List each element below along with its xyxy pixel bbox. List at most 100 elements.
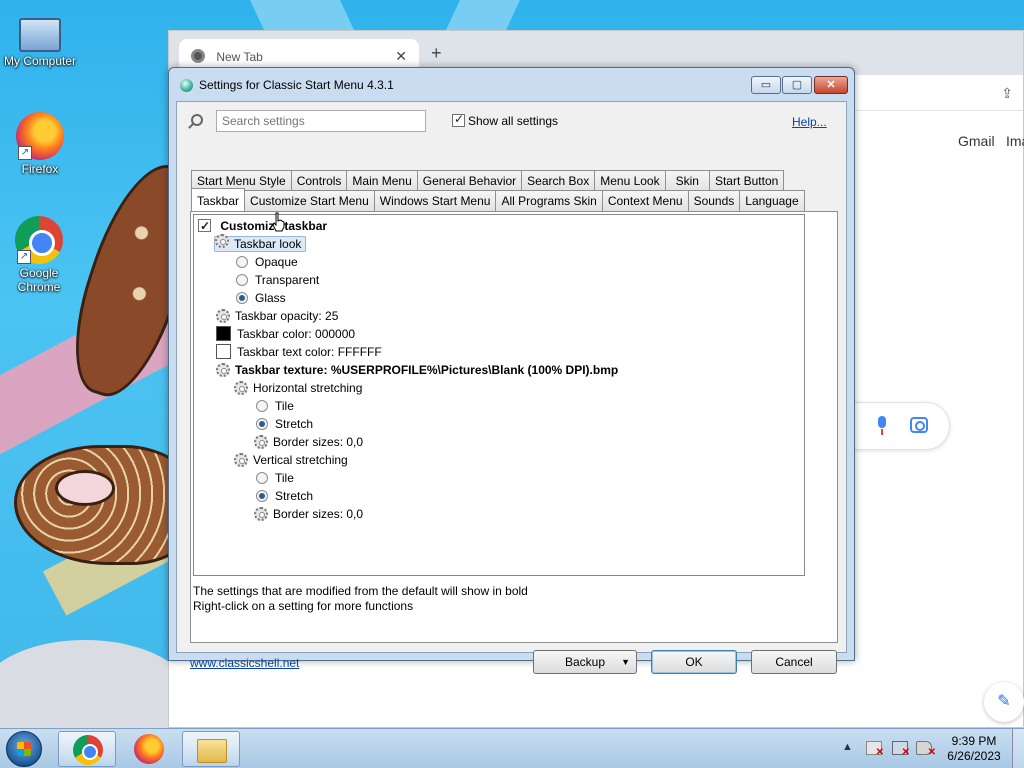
tab-taskbar[interactable]: Taskbar xyxy=(191,188,246,211)
tree-item-taskbar-color[interactable]: Taskbar color: 000000 xyxy=(216,324,355,342)
desktop-icon-label: Firefox xyxy=(21,162,59,176)
tree-item-horizontal-stretching[interactable]: Horizontal stretching xyxy=(234,378,362,396)
radio-horizontal-tile[interactable]: Tile xyxy=(256,396,294,414)
tab-main-menu[interactable]: Main Menu xyxy=(346,170,418,191)
help-link[interactable]: Help... xyxy=(792,115,827,129)
images-link[interactable]: Ima xyxy=(1006,133,1024,149)
tab-start-button[interactable]: Start Button xyxy=(708,170,785,191)
action-center-flag-icon[interactable] xyxy=(866,741,884,758)
network-icon[interactable] xyxy=(892,741,910,758)
tree-item-taskbar-opacity[interactable]: Taskbar opacity: 25 xyxy=(216,306,338,324)
tab-menu-look[interactable]: Menu Look xyxy=(594,170,666,191)
clock-date: 6/26/2023 xyxy=(947,749,1001,763)
settings-tree[interactable]: Customize taskbar Taskbar look Opaque Tr… xyxy=(193,214,805,576)
gear-icon xyxy=(254,434,268,449)
radio-unselected[interactable] xyxy=(236,255,248,268)
radio-glass[interactable]: Glass xyxy=(236,288,286,306)
note-modified-bold: The settings that are modified from the … xyxy=(193,584,528,598)
radio-transparent[interactable]: Transparent xyxy=(236,270,319,288)
tab-page-taskbar: Customize taskbar Taskbar look Opaque Tr… xyxy=(190,211,838,643)
share-icon[interactable]: ⇪ xyxy=(1001,85,1013,102)
color-swatch-black[interactable] xyxy=(216,326,231,342)
chrome-icon: ↗ xyxy=(15,216,63,264)
start-button[interactable] xyxy=(6,731,42,767)
show-all-label: Show all settings xyxy=(468,114,559,128)
shortcut-arrow-icon: ↗ xyxy=(18,146,32,160)
gmail-link[interactable]: Gmail xyxy=(958,133,995,149)
tab-row-2: Taskbar Customize Start Menu Windows Sta… xyxy=(191,188,805,211)
close-button[interactable]: ✕ xyxy=(814,76,848,94)
firefox-icon xyxy=(134,734,164,764)
chrome-favicon-icon xyxy=(191,49,205,63)
system-clock[interactable]: 9:39 PM 6/26/2023 xyxy=(944,734,1004,764)
backup-button[interactable]: Backup ▼ xyxy=(533,650,637,674)
tab-search-box[interactable]: Search Box xyxy=(521,170,596,191)
tab-controls[interactable]: Controls xyxy=(290,170,348,191)
tree-item-vertical-border-sizes[interactable]: Border sizes: 0,0 xyxy=(254,504,363,522)
taskbar-chrome-button[interactable] xyxy=(58,731,116,767)
tray-expand-arrow[interactable]: ▲ xyxy=(842,741,853,753)
show-desktop-button[interactable] xyxy=(1012,729,1024,768)
new-tab-button[interactable]: + xyxy=(431,43,442,64)
desktop-icon-my-computer[interactable]: My Computer xyxy=(0,10,80,68)
tree-item-customize-taskbar[interactable]: Customize taskbar xyxy=(198,216,327,235)
tab-general-behavior[interactable]: General Behavior xyxy=(416,170,523,191)
radio-selected[interactable] xyxy=(236,291,248,304)
taskbar: ▲ 9:39 PM 6/26/2023 xyxy=(0,728,1024,768)
radio-horizontal-stretch[interactable]: Stretch xyxy=(256,414,313,432)
gear-icon xyxy=(254,506,268,521)
maximize-button[interactable]: ▢ xyxy=(782,76,812,94)
show-all-settings-checkbox[interactable]: Show all settings xyxy=(449,112,559,128)
radio-unselected[interactable] xyxy=(256,471,268,484)
dialog-title: Settings for Classic Start Menu 4.3.1 xyxy=(199,78,394,92)
tree-item-taskbar-text-color[interactable]: Taskbar text color: FFFFFF xyxy=(216,342,382,360)
tree-item-horizontal-border-sizes[interactable]: Border sizes: 0,0 xyxy=(254,432,363,450)
browser-tab-title: New Tab xyxy=(216,50,263,64)
edit-icon[interactable]: ✎ xyxy=(984,682,1024,722)
ok-button[interactable]: OK xyxy=(651,650,737,674)
dialog-title-bar[interactable]: Settings for Classic Start Menu 4.3.1 ▭ … xyxy=(169,68,854,101)
radio-vertical-tile[interactable]: Tile xyxy=(256,468,294,486)
minimize-button[interactable]: ▭ xyxy=(751,76,781,94)
gear-icon xyxy=(234,452,248,467)
computer-icon xyxy=(19,18,61,52)
taskbar-firefox-button[interactable] xyxy=(120,731,178,767)
tab-sounds[interactable]: Sounds xyxy=(687,190,741,211)
tab-context-menu[interactable]: Context Menu xyxy=(601,190,689,211)
radio-unselected[interactable] xyxy=(256,399,268,412)
color-swatch-white[interactable] xyxy=(216,344,231,360)
radio-selected[interactable] xyxy=(256,417,268,430)
desktop-icon-label: Google Chrome xyxy=(17,266,61,294)
search-settings-input[interactable] xyxy=(216,110,426,132)
desktop-icon-firefox[interactable]: ↗ Firefox xyxy=(0,112,80,176)
dropdown-arrow-icon: ▼ xyxy=(621,657,630,667)
radio-unselected[interactable] xyxy=(236,273,248,286)
tree-item-taskbar-look[interactable]: Taskbar look xyxy=(214,234,307,253)
classic-shell-icon xyxy=(180,79,193,92)
chrome-icon xyxy=(73,735,103,765)
checkbox-checked[interactable] xyxy=(452,112,465,127)
cancel-button[interactable]: Cancel xyxy=(751,650,837,674)
tab-customize-start-menu[interactable]: Customize Start Menu xyxy=(244,190,375,211)
radio-selected[interactable] xyxy=(256,489,268,502)
camera-icon[interactable] xyxy=(910,417,928,433)
tab-row-1: Start Menu Style Controls Main Menu Gene… xyxy=(191,170,785,191)
radio-opaque[interactable]: Opaque xyxy=(236,252,298,270)
firefox-icon: ↗ xyxy=(16,112,64,160)
classicshell-website-link[interactable]: www.classicshell.net xyxy=(190,656,299,670)
desktop-icon-chrome[interactable]: ↗ Google Chrome xyxy=(0,216,78,294)
tab-windows-start-menu[interactable]: Windows Start Menu xyxy=(373,190,497,211)
checkbox-checked[interactable] xyxy=(198,217,211,235)
tree-item-vertical-stretching[interactable]: Vertical stretching xyxy=(234,450,348,468)
radio-vertical-stretch[interactable]: Stretch xyxy=(256,486,313,504)
settings-dialog[interactable]: Settings for Classic Start Menu 4.3.1 ▭ … xyxy=(168,67,855,674)
tree-item-taskbar-texture[interactable]: Taskbar texture: %USERPROFILE%\Pictures\… xyxy=(216,360,618,378)
tab-skin[interactable]: Skin xyxy=(664,170,710,191)
taskbar-explorer-button[interactable] xyxy=(182,731,240,767)
volume-muted-icon[interactable] xyxy=(916,741,936,758)
close-tab-icon[interactable]: ✕ xyxy=(395,48,407,65)
mic-icon[interactable] xyxy=(876,416,888,436)
tab-language[interactable]: Language xyxy=(739,190,805,211)
gear-icon xyxy=(216,308,230,323)
tab-all-programs-skin[interactable]: All Programs Skin xyxy=(495,190,603,211)
